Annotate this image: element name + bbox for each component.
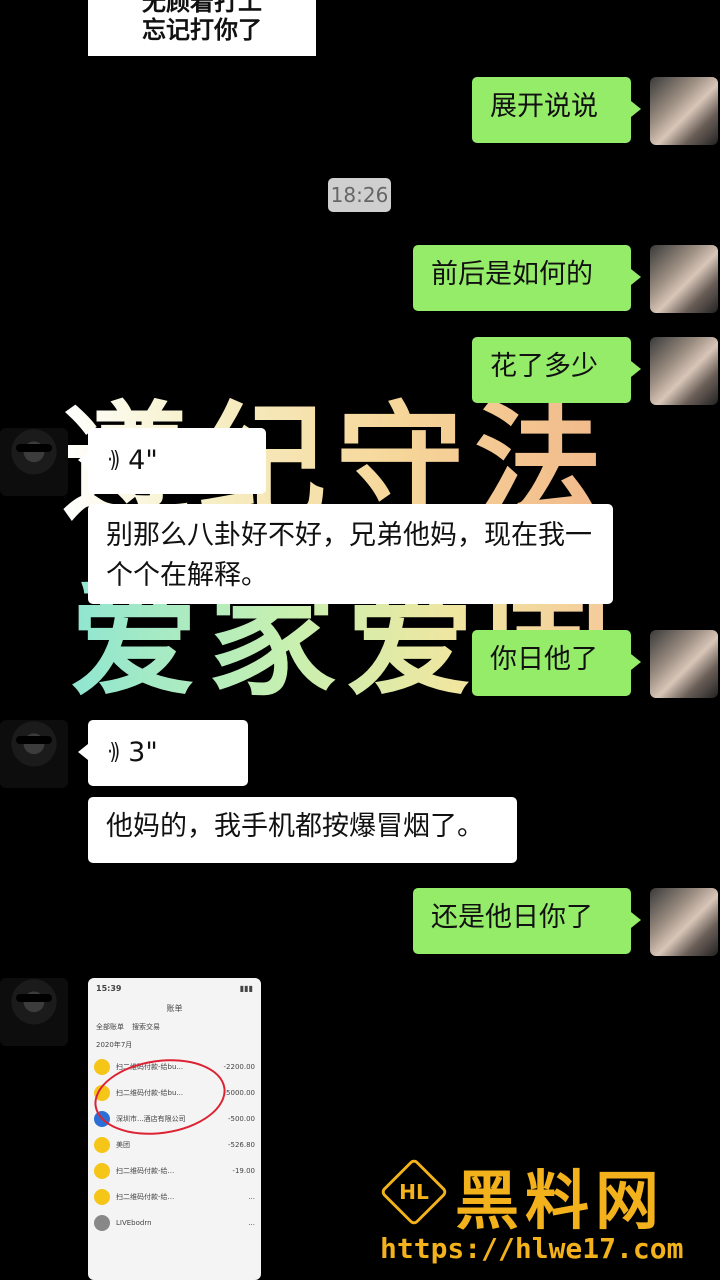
avatar-contact[interactable] <box>0 428 68 496</box>
screenshot-row: 扫二维码付款-给...... <box>88 1184 261 1210</box>
row-name: 扫二维码付款-给... <box>116 1167 175 1175</box>
avatar-contact[interactable] <box>0 720 68 788</box>
payment-icon <box>94 1059 110 1075</box>
screenshot-battery-icon: ▮▮▮ <box>239 984 253 993</box>
avatar-me[interactable] <box>650 630 718 698</box>
row-amount: -19.00 <box>232 1167 255 1175</box>
row-name: LIVEbodrn <box>116 1219 152 1227</box>
payment-icon <box>94 1215 110 1231</box>
image-message-screenshot[interactable]: 15:39 ▮▮▮ 账单 全部账单 搜索交易 2020年7月 扫二维码付款-给b… <box>88 978 261 1280</box>
row-name: 扫二维码付款-给... <box>116 1193 175 1201</box>
voice-message[interactable]: ·)) 3" <box>78 720 248 786</box>
screenshot-month: 2020年7月 <box>96 1041 133 1049</box>
screenshot-status-bar: 15:39 ▮▮▮ <box>88 978 261 999</box>
top-image-card[interactable]: 无顾着打工 忘记打你了 <box>88 0 316 56</box>
screenshot-filters: 全部账单 搜索交易 <box>88 1018 261 1036</box>
watermark-brand: 黑料网 <box>455 1165 665 1239</box>
avatar-me[interactable] <box>650 888 718 956</box>
message-bubble-me[interactable]: 还是他日你了 <box>413 888 641 954</box>
message-bubble-me[interactable]: 展开说说 <box>472 77 641 143</box>
voice-duration: 3" <box>128 737 158 768</box>
voice-wave-icon: ·)) <box>107 740 120 765</box>
message-bubble-me[interactable]: 前后是如何的 <box>413 245 641 311</box>
row-amount: -5000.00 <box>223 1089 255 1097</box>
row-amount: -526.80 <box>227 1141 255 1149</box>
row-amount: -2200.00 <box>223 1063 255 1071</box>
screenshot-title: 账单 <box>166 1004 183 1013</box>
payment-icon <box>94 1163 110 1179</box>
screenshot-filter-search: 搜索交易 <box>132 1023 160 1031</box>
screenshot-status-time: 15:39 <box>96 984 122 993</box>
voice-wave-icon: ·)) <box>107 448 120 473</box>
message-bubble-contact[interactable]: 他妈的，我手机都按爆冒烟了。 <box>88 797 517 863</box>
timestamp: 18:26 <box>328 178 391 212</box>
message-bubble-me[interactable]: 花了多少 <box>472 337 641 403</box>
avatar-contact[interactable] <box>0 978 68 1046</box>
row-amount: ... <box>248 1193 255 1201</box>
payment-icon <box>94 1137 110 1153</box>
avatar-me[interactable] <box>650 77 718 145</box>
voice-duration: 4" <box>128 445 158 476</box>
avatar-me[interactable] <box>650 337 718 405</box>
screenshot-filter-all: 全部账单 <box>96 1023 124 1031</box>
screenshot-row: 扫二维码付款-给... -19.00 <box>88 1158 261 1184</box>
voice-message[interactable]: ·)) 4" <box>78 428 266 494</box>
top-card-line2: 忘记打你了 <box>142 16 262 44</box>
screenshot-row: LIVEbodrn... <box>88 1210 261 1236</box>
watermark-logo-icon: HL <box>379 1157 449 1227</box>
watermark-url: https://hlwe17.com <box>380 1232 684 1265</box>
avatar-me[interactable] <box>650 245 718 313</box>
message-bubble-me[interactable]: 你日他了 <box>472 630 641 696</box>
watermark-logo-text: HL <box>399 1180 429 1204</box>
message-bubble-contact[interactable]: 别那么八卦好不好，兄弟他妈，现在我一个个在解释。 <box>88 504 613 604</box>
row-amount: -500.00 <box>227 1115 255 1123</box>
payment-icon <box>94 1189 110 1205</box>
screenshot-row: 美团 -526.80 <box>88 1132 261 1158</box>
top-card-line1: 无顾着打工 <box>142 0 262 16</box>
row-amount: ... <box>248 1219 255 1227</box>
row-name: 美团 <box>116 1141 130 1149</box>
